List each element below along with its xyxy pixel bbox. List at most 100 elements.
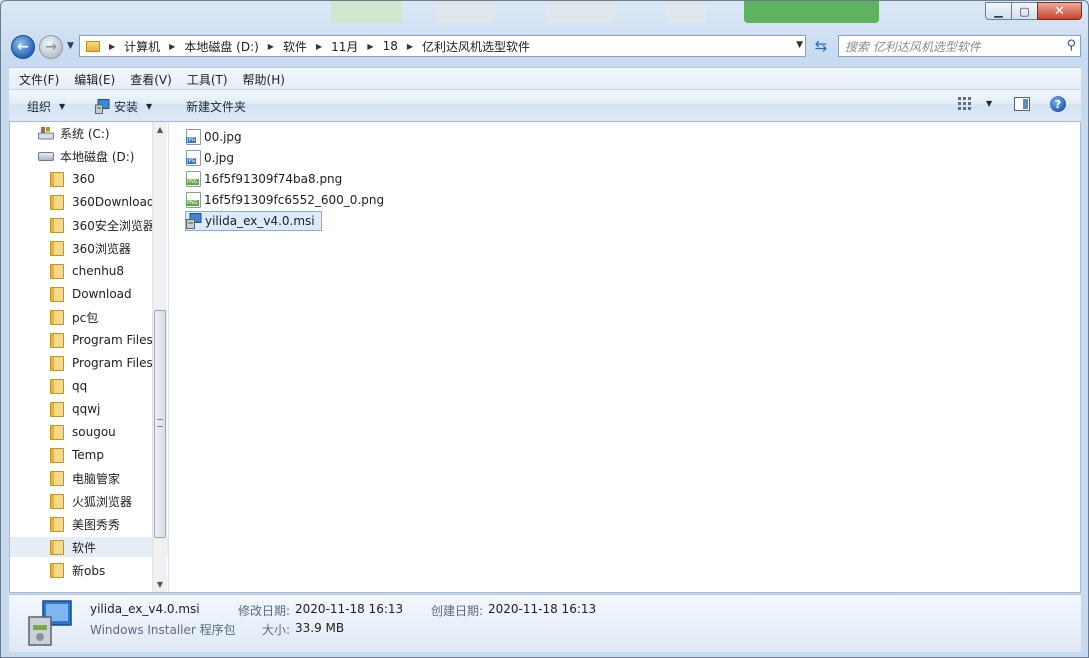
tree-item-label: qqwj: [72, 402, 101, 416]
search-box: ⚲: [838, 35, 1081, 57]
preview-pane-button[interactable]: [1014, 97, 1030, 111]
breadcrumb-separator-icon[interactable]: ▶: [169, 42, 175, 51]
menu-file[interactable]: 文件(F): [14, 71, 64, 88]
tree-item-folder[interactable]: Program Files: [10, 353, 168, 373]
maximize-button[interactable]: ▢: [1011, 2, 1037, 20]
navigation-pane: 系统 (C:) 本地磁盘 (D:) 360 360Download 360安全浏…: [10, 122, 169, 592]
folder-icon: [50, 378, 64, 394]
change-view-button[interactable]: ▼: [958, 97, 992, 110]
search-icon[interactable]: ⚲: [1066, 38, 1076, 53]
folder-icon: [50, 332, 64, 348]
breadcrumb-november[interactable]: 11月: [331, 38, 358, 55]
tree-item-system-c[interactable]: 系统 (C:): [10, 123, 168, 143]
file-item-selected[interactable]: yilida_ex_v4.0.msi: [185, 211, 322, 231]
breadcrumb-computer[interactable]: 计算机: [124, 38, 160, 55]
menu-help[interactable]: 帮助(H): [238, 71, 290, 88]
scroll-down-icon[interactable]: ▼: [153, 577, 167, 592]
tree-item-label: Temp: [72, 448, 104, 462]
folder-icon: [50, 263, 64, 279]
menu-view[interactable]: 查看(V): [125, 71, 177, 88]
tree-item-drive-d[interactable]: 本地磁盘 (D:): [10, 146, 168, 166]
organize-button[interactable]: 组织 ▼: [27, 98, 65, 115]
breadcrumb-separator-icon[interactable]: ▶: [407, 42, 413, 51]
refresh-button[interactable]: ⇆: [810, 35, 832, 57]
breadcrumb-18[interactable]: 18: [383, 39, 398, 53]
refresh-icon: ⇆: [814, 37, 828, 55]
tree-item-folder[interactable]: 美图秀秀: [10, 514, 168, 534]
tree-item-folder[interactable]: sougou: [10, 422, 168, 442]
tree-item-folder[interactable]: 360Download: [10, 192, 168, 212]
tree-item-folder[interactable]: qq: [10, 376, 168, 396]
tree-item-folder[interactable]: 新obs: [10, 560, 168, 580]
breadcrumb-current-folder[interactable]: 亿利达风机选型软件: [422, 38, 530, 55]
tree-item-label: 360: [72, 172, 95, 186]
folder-icon: [50, 401, 64, 417]
details-size-value: 33.9 MB: [295, 621, 345, 635]
installer-package-icon: [186, 213, 202, 229]
breadcrumb-separator-icon[interactable]: ▶: [268, 42, 274, 51]
minimize-button[interactable]: ▁: [985, 2, 1011, 20]
tree-item-label: 美图秀秀: [72, 517, 121, 532]
png-file-icon: [186, 192, 201, 208]
tree-item-label: 360安全浏览器: [72, 218, 155, 233]
address-dropdown-icon[interactable]: ▼: [796, 40, 803, 50]
tree-item-label: 360浏览器: [72, 241, 131, 256]
breadcrumb-separator-icon[interactable]: ▶: [109, 42, 115, 51]
details-created-value: 2020-11-18 16:13: [488, 602, 597, 616]
file-item[interactable]: 16f5f91309f74ba8.png: [186, 169, 342, 189]
png-file-icon: [186, 171, 201, 187]
tree-item-folder[interactable]: chenhu8: [10, 261, 168, 281]
back-button[interactable]: ←: [11, 35, 35, 59]
menu-tools[interactable]: 工具(T): [182, 71, 233, 88]
forward-button[interactable]: →: [39, 35, 63, 59]
help-button[interactable]: ?: [1050, 96, 1066, 112]
folder-icon: [50, 194, 64, 210]
tree-item-folder[interactable]: 电脑管家: [10, 468, 168, 488]
tree-item-folder[interactable]: pc包: [10, 307, 168, 327]
breadcrumb-separator-icon[interactable]: ▶: [316, 42, 322, 51]
tree-item-label: Program Files: [72, 356, 153, 370]
tree-item-folder[interactable]: 360: [10, 169, 168, 189]
tree-item-folder[interactable]: 360浏览器: [10, 238, 168, 258]
scroll-up-icon[interactable]: ▲: [153, 122, 167, 137]
folder-icon: [50, 217, 64, 233]
tree-item-folder[interactable]: qqwj: [10, 399, 168, 419]
file-item[interactable]: 00.jpg: [186, 127, 242, 147]
file-item[interactable]: 16f5f91309fc6552_600_0.png: [186, 190, 384, 210]
scroll-thumb[interactable]: [154, 310, 166, 538]
tree-item-folder[interactable]: Program Files: [10, 330, 168, 350]
breadcrumb-drive-d[interactable]: 本地磁盘 (D:): [184, 38, 258, 55]
file-item[interactable]: 0.jpg: [186, 148, 234, 168]
recent-pages-dropdown[interactable]: ▼: [67, 41, 74, 51]
install-button[interactable]: 安装 ▼: [95, 98, 152, 115]
explorer-window: ▁ ▢ ✕ ← → ▼ ▶ 计算机 ▶ 本地磁盘 (D:) ▶ 软件 ▶ 11月…: [0, 0, 1089, 658]
nav-pane-scrollbar[interactable]: ▲ ▼: [152, 122, 167, 592]
tree-item-folder[interactable]: Download: [10, 284, 168, 304]
tree-item-label: 火狐浏览器: [72, 494, 133, 509]
command-bar: 组织 ▼ 安装 ▼ 新建文件夹 ▼ ?: [9, 89, 1081, 122]
grip-icon: [157, 419, 163, 427]
tree-item-folder[interactable]: Temp: [10, 445, 168, 465]
tree-item-folder[interactable]: 火狐浏览器: [10, 491, 168, 511]
search-input[interactable]: [843, 37, 1057, 57]
file-name: 16f5f91309fc6552_600_0.png: [204, 193, 385, 207]
tree-item-folder-selected[interactable]: 软件: [10, 537, 168, 557]
breadcrumb-software[interactable]: 软件: [283, 38, 307, 55]
tree-item-folder[interactable]: 360安全浏览器: [10, 215, 168, 235]
menu-edit[interactable]: 编辑(E): [69, 71, 120, 88]
breadcrumb-separator-icon[interactable]: ▶: [367, 42, 373, 51]
system-drive-icon: [38, 127, 54, 140]
chevron-down-icon[interactable]: ▼: [986, 99, 992, 108]
tree-item-label: 360Download: [72, 195, 155, 209]
folder-icon: [50, 539, 64, 555]
address-bar[interactable]: ▶ 计算机 ▶ 本地磁盘 (D:) ▶ 软件 ▶ 11月 ▶ 18 ▶ 亿利达风…: [79, 35, 806, 57]
new-folder-button[interactable]: 新建文件夹: [186, 98, 246, 115]
menu-bar: 文件(F) 编辑(E) 查看(V) 工具(T) 帮助(H): [9, 67, 1081, 90]
close-button[interactable]: ✕: [1037, 2, 1082, 20]
details-modified-label: 修改日期:: [238, 604, 291, 618]
details-filename: yilida_ex_v4.0.msi: [90, 602, 200, 616]
background-blur: [436, 1, 496, 23]
navigation-row: ← → ▼ ▶ 计算机 ▶ 本地磁盘 (D:) ▶ 软件 ▶ 11月 ▶ 18 …: [9, 33, 1081, 61]
folder-icon: [50, 447, 64, 463]
background-blur: [331, 1, 401, 23]
